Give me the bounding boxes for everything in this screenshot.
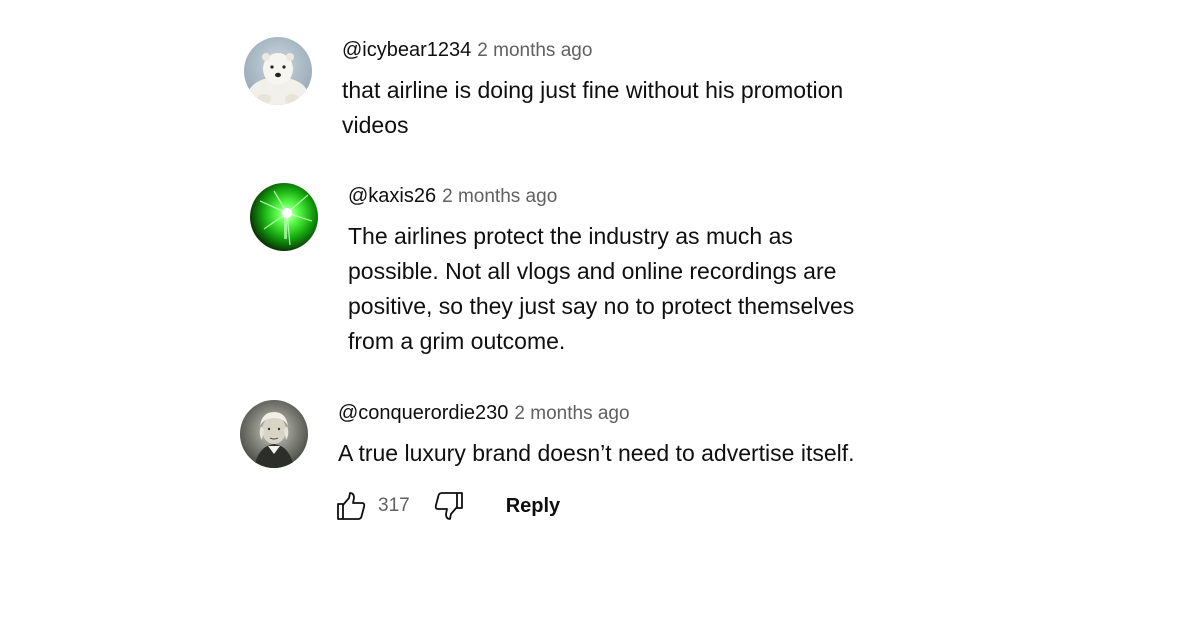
like-button[interactable]	[334, 489, 368, 523]
comment-text: that airline is doing just fine without …	[342, 73, 843, 143]
thumbs-up-icon	[337, 492, 366, 520]
comment-time[interactable]: 2 months ago	[477, 40, 592, 61]
avatar[interactable]	[244, 37, 312, 105]
comment-text-line: that airline is doing just fine without …	[342, 77, 844, 103]
comment-actions: 317 Reply	[334, 489, 855, 523]
comment-text-line: from a grim outcome.	[348, 328, 566, 354]
comment-time[interactable]: 2 months ago	[442, 186, 557, 207]
comment-text-line: positive, so they just say no to protect…	[348, 293, 855, 319]
comment-author[interactable]: @icybear1234	[342, 39, 471, 61]
comment-text-line: A true luxury brand doesn’t need to adve…	[338, 440, 855, 466]
comment-item: @icybear1234 2 months ago that airline is…	[244, 37, 843, 143]
comment-author[interactable]: @conquerordie230	[338, 402, 508, 424]
comment-time[interactable]: 2 months ago	[514, 403, 629, 424]
comment-header: @icybear1234 2 months ago	[342, 38, 843, 63]
comment-header: @conquerordie230 2 months ago	[338, 401, 855, 426]
comment-item: @kaxis26 2 months ago The airlines protec…	[250, 183, 854, 359]
comment-body: @conquerordie230 2 months ago A true luxu…	[337, 400, 855, 523]
portrait-avatar-icon	[240, 400, 308, 468]
like-count: 317	[378, 495, 410, 516]
thumbs-down-icon	[434, 492, 463, 520]
comment-header: @kaxis26 2 months ago	[348, 184, 854, 209]
comment-body: @kaxis26 2 months ago The airlines protec…	[348, 183, 854, 359]
avatar[interactable]	[240, 400, 308, 468]
green-light-avatar-icon	[250, 183, 318, 251]
comment-text-line: possible. Not all vlogs and online recor…	[348, 258, 837, 284]
comment-text: A true luxury brand doesn’t need to adve…	[338, 436, 855, 471]
comments-section: @icybear1234 2 months ago that airline is…	[0, 0, 1200, 628]
comment-text: The airlines protect the industry as muc…	[348, 219, 854, 359]
comment-author[interactable]: @kaxis26	[348, 185, 436, 207]
comment-text-line: The airlines protect the industry as muc…	[348, 223, 793, 249]
avatar[interactable]	[250, 183, 318, 251]
polar-bear-avatar-icon	[244, 37, 312, 105]
comment-item: @conquerordie230 2 months ago A true luxu…	[240, 400, 855, 523]
reply-button[interactable]: Reply	[506, 495, 560, 518]
dislike-button[interactable]	[432, 489, 466, 523]
comment-text-line: videos	[342, 112, 409, 138]
comment-body: @icybear1234 2 months ago that airline is…	[342, 37, 843, 143]
